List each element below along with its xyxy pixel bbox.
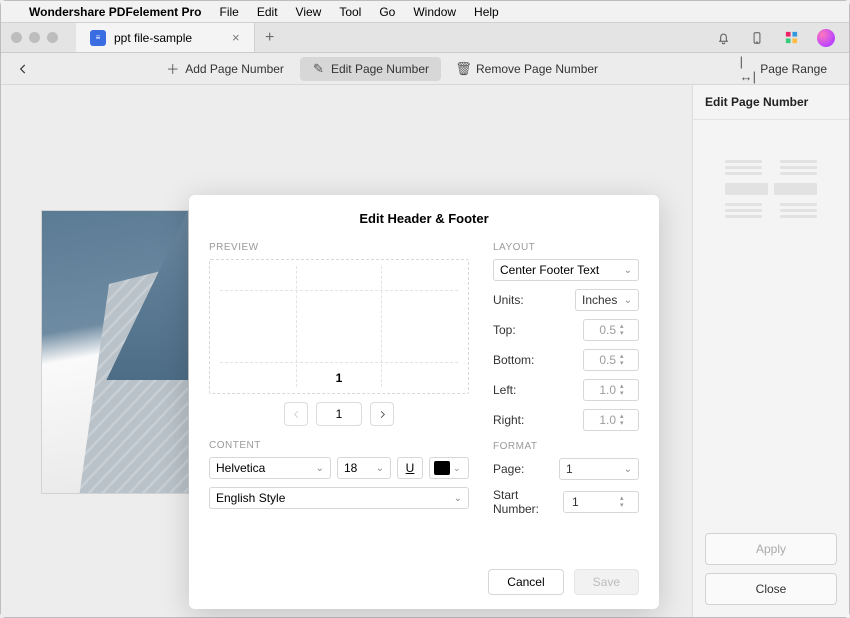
margin-bottom-label: Bottom: [493, 353, 534, 367]
units-select[interactable]: Inches⌄ [575, 289, 639, 311]
page-range-label: Page Range [760, 62, 827, 76]
edit-header-footer-dialog: Edit Header & Footer PREVIEW 1 [189, 195, 659, 609]
back-button[interactable] [11, 62, 35, 76]
window-titlebar: ppt file-sample × + [1, 23, 849, 53]
content-section-label: CONTENT [209, 440, 469, 451]
remove-page-number-label: Remove Page Number [476, 62, 598, 76]
new-tab-button[interactable]: + [255, 23, 285, 52]
preview-prev-button[interactable] [284, 402, 308, 426]
window-controls[interactable] [1, 32, 58, 43]
dialog-title: Edit Header & Footer [209, 211, 639, 226]
close-button[interactable]: Close [705, 573, 837, 605]
margin-right-label: Right: [493, 413, 524, 427]
margin-left-input[interactable]: 1.0▴▾ [583, 379, 639, 401]
units-label: Units: [493, 293, 524, 307]
range-icon: |↔| [741, 62, 754, 75]
margin-left-label: Left: [493, 383, 516, 397]
layout-thumbnail[interactable] [725, 160, 817, 218]
page-format-select[interactable]: 1⌄ [559, 458, 639, 480]
page-preview-thumbnail [41, 210, 189, 494]
chevron-down-icon: ⌄ [453, 463, 461, 474]
chevron-down-icon: ⌄ [624, 295, 632, 306]
edit-page-number-button[interactable]: ✎ Edit Page Number [300, 57, 441, 81]
edit-page-number-label: Edit Page Number [331, 62, 429, 76]
chevron-down-icon: ⌄ [624, 464, 632, 475]
chevron-down-icon: ⌄ [316, 463, 324, 474]
font-select[interactable]: Helvetica⌄ [209, 457, 331, 479]
save-button[interactable]: Save [574, 569, 639, 595]
color-swatch [434, 461, 450, 475]
font-color-select[interactable]: ⌄ [429, 457, 469, 479]
preview-section-label: PREVIEW [209, 242, 469, 253]
bell-icon[interactable] [715, 30, 731, 46]
start-number-label: Start Number: [493, 488, 563, 516]
window-close-icon[interactable] [11, 32, 22, 43]
menu-file[interactable]: File [220, 5, 239, 19]
menu-window[interactable]: Window [413, 5, 456, 19]
menu-tool[interactable]: Tool [339, 5, 361, 19]
menu-view[interactable]: View [296, 5, 322, 19]
underline-toggle[interactable]: U [397, 457, 423, 479]
document-canvas: ⤒ ↓ 1 / 4 ↑ ↓ Edit Header & Footer PREVI… [1, 85, 692, 617]
preview-page-number: 1 [210, 371, 468, 385]
margin-top-input[interactable]: 0.5▴▾ [583, 319, 639, 341]
add-page-number-label: Add Page Number [185, 62, 284, 76]
preview-next-button[interactable] [370, 402, 394, 426]
window-min-icon[interactable] [29, 32, 40, 43]
trash-icon: 🗑 [457, 62, 470, 75]
window-max-icon[interactable] [47, 32, 58, 43]
font-size-select[interactable]: 18⌄ [337, 457, 391, 479]
margin-right-input[interactable]: 1.0▴▾ [583, 409, 639, 431]
number-style-select[interactable]: English Style⌄ [209, 487, 469, 509]
tab-close-icon[interactable]: × [232, 30, 240, 45]
page-number-toolbar: ＋ Add Page Number ✎ Edit Page Number 🗑 R… [1, 53, 849, 85]
margin-top-label: Top: [493, 323, 516, 337]
user-avatar[interactable] [817, 29, 835, 47]
layout-section-label: LAYOUT [493, 242, 639, 253]
start-number-input[interactable]: 1▴▾ [563, 491, 639, 513]
menu-help[interactable]: Help [474, 5, 499, 19]
page-format-label: Page: [493, 462, 524, 476]
document-tab[interactable]: ppt file-sample × [76, 23, 255, 52]
format-section-label: FORMAT [493, 441, 639, 452]
system-menubar: Wondershare PDFelement Pro File Edit Vie… [1, 1, 849, 23]
remove-page-number-button[interactable]: 🗑 Remove Page Number [445, 57, 610, 81]
pencil-icon: ✎ [312, 62, 325, 75]
add-page-number-button[interactable]: ＋ Add Page Number [154, 57, 296, 81]
preview-page-input[interactable] [316, 402, 362, 426]
right-sidebar: Edit Page Number Apply Close [692, 85, 849, 617]
sidebar-title: Edit Page Number [693, 85, 849, 120]
phone-icon[interactable] [749, 30, 765, 46]
apply-button[interactable]: Apply [705, 533, 837, 565]
chevron-down-icon: ⌄ [376, 463, 384, 474]
menu-edit[interactable]: Edit [257, 5, 278, 19]
doc-icon [90, 30, 106, 46]
layout-position-select[interactable]: Center Footer Text⌄ [493, 259, 639, 281]
page-range-button[interactable]: |↔| Page Range [729, 57, 839, 81]
chevron-down-icon: ⌄ [624, 265, 632, 276]
app-name[interactable]: Wondershare PDFelement Pro [29, 5, 202, 19]
plus-icon: ＋ [166, 62, 179, 75]
margin-bottom-input[interactable]: 0.5▴▾ [583, 349, 639, 371]
cancel-button[interactable]: Cancel [488, 569, 563, 595]
app-body: ⤒ ↓ 1 / 4 ↑ ↓ Edit Header & Footer PREVI… [1, 85, 849, 617]
menu-go[interactable]: Go [379, 5, 395, 19]
tab-title: ppt file-sample [114, 31, 192, 45]
preview-area: 1 [209, 259, 469, 394]
chevron-down-icon: ⌄ [454, 493, 462, 504]
share-icon[interactable] [783, 30, 799, 46]
